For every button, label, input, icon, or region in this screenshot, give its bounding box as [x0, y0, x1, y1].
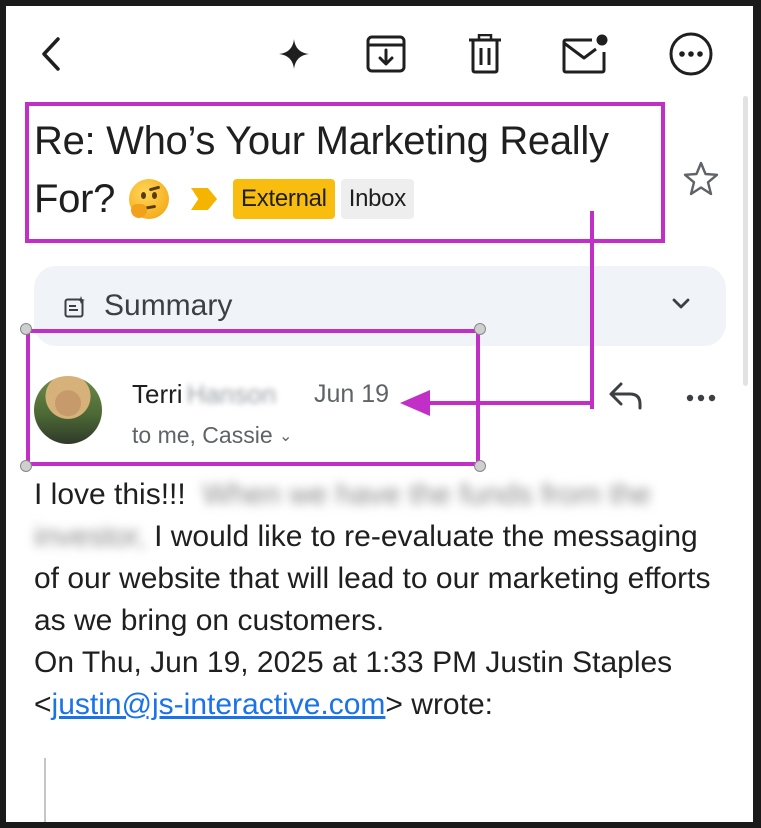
- quote-bar: [44, 758, 46, 822]
- back-icon[interactable]: [28, 30, 76, 78]
- thinking-face-icon: [129, 179, 170, 219]
- more-options-icon[interactable]: [667, 30, 715, 78]
- email-view: Re: Who’s Your Marketing Really For? Ext…: [6, 6, 753, 822]
- annotation-arrow-icon: [400, 390, 430, 416]
- message-more-icon[interactable]: [686, 390, 716, 408]
- subject-line-2: For?: [34, 177, 116, 221]
- subject-line-1: Re: Who’s Your Marketing Really: [34, 119, 609, 163]
- sparkle-icon[interactable]: [270, 30, 318, 78]
- message-date: Jun 19: [314, 380, 390, 408]
- annotation-connector: [590, 211, 594, 409]
- label-inbox[interactable]: Inbox: [340, 179, 414, 219]
- toolbar: [6, 6, 753, 96]
- annotation-handle[interactable]: [20, 323, 32, 335]
- label-external[interactable]: External: [233, 179, 335, 219]
- importance-marker-icon[interactable]: [191, 188, 218, 210]
- quote-suffix: > wrote:: [385, 688, 493, 721]
- summary-panel[interactable]: Summary: [34, 266, 726, 346]
- sender-first-name: Terri: [132, 379, 183, 409]
- scrollbar[interactable]: [743, 96, 748, 386]
- annotation-handle[interactable]: [20, 460, 32, 472]
- annotation-handle[interactable]: [474, 323, 486, 335]
- sender-last-name-redacted: Hanson: [186, 379, 277, 409]
- body-start: I love this!!!: [34, 478, 186, 511]
- sender-avatar[interactable]: [34, 376, 102, 444]
- recipients-text: to me, Cassie: [132, 422, 273, 448]
- chevron-down-icon[interactable]: [668, 290, 694, 321]
- recipients-chevron-icon[interactable]: ⌄: [279, 428, 292, 445]
- annotation-handle[interactable]: [474, 460, 486, 472]
- sender-name[interactable]: Terri Hanson: [132, 376, 276, 412]
- quote-header: On Thu, Jun 19, 2025 at 1:33 PM Justin S…: [34, 642, 724, 726]
- star-icon[interactable]: [682, 160, 720, 198]
- mark-unread-icon[interactable]: [562, 30, 610, 78]
- body-paragraph: I love this!!! When we have the funds fr…: [34, 474, 724, 642]
- annotation-connector: [426, 401, 594, 405]
- summary-icon: [64, 296, 86, 323]
- reply-icon[interactable]: [608, 380, 644, 417]
- quote-email-link[interactable]: justin@js-interactive.com: [52, 688, 386, 721]
- summary-label: Summary: [104, 289, 233, 322]
- trash-icon[interactable]: [461, 30, 509, 78]
- email-subject: Re: Who’s Your Marketing Really For? Ext…: [34, 112, 654, 228]
- archive-icon[interactable]: [362, 30, 410, 78]
- recipients[interactable]: to me, Cassie ⌄: [132, 418, 292, 454]
- message-body: I love this!!! When we have the funds fr…: [34, 474, 724, 726]
